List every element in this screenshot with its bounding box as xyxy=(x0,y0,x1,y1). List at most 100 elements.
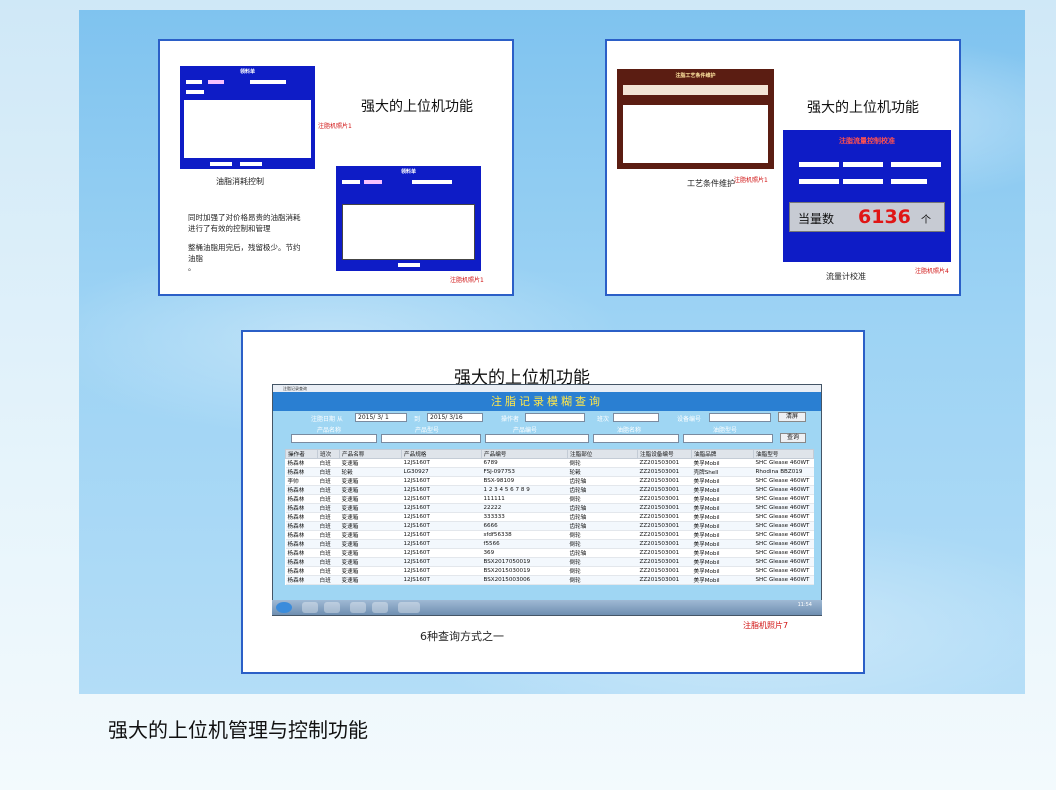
product-code-select[interactable] xyxy=(485,434,589,443)
table-cell: 杨森林 xyxy=(285,575,318,585)
table-cell: 齿轮轴 xyxy=(567,521,638,531)
column-header[interactable]: 产品规格 xyxy=(401,449,482,459)
table-row[interactable]: 杨森林 白班 轮毂 LG30927 FSJ-097753 轮毂 ZZ201503001 壳牌S… xyxy=(285,467,814,477)
to-label: 到 xyxy=(414,416,421,423)
mini-field xyxy=(398,263,420,267)
shift-select[interactable] xyxy=(613,413,659,422)
table-cell: ZZ201503001 xyxy=(637,539,692,549)
table-cell: ZZ201503001 xyxy=(637,503,692,513)
table-cell: 白班 xyxy=(317,575,340,585)
table-cell: SHC Glease 460WT xyxy=(753,548,814,558)
table-cell: SHC Glease 460WT xyxy=(753,503,814,513)
table-cell: 12JS160T xyxy=(401,494,482,504)
table-cell: 齿轮轴 xyxy=(567,548,638,558)
screenshot-pick-list: 领料单 xyxy=(180,66,315,169)
table-cell: SHC Glease 460WT xyxy=(753,485,814,495)
taskbar-app[interactable] xyxy=(302,602,318,613)
table-row[interactable]: 杨森林 白班 变速箱 12JS160T BSX2015003006 倒轮 ZZ2015030… xyxy=(285,575,814,585)
product-name-select[interactable] xyxy=(291,434,377,443)
table-cell: SHC Glease 460WT xyxy=(753,512,814,522)
table-row[interactable]: 杨森林 白班 变速箱 12JS160T 6789 倒轮 ZZ201503001 美孚Mobil… xyxy=(285,458,814,468)
table-cell: 变速箱 xyxy=(339,494,402,504)
table-cell: SHC Glease 460WT xyxy=(753,476,814,486)
column-header[interactable]: 注脂部位 xyxy=(567,449,638,459)
table-row[interactable]: 杨森林 白班 变速箱 12JS160T sfdf56338 倒轮 ZZ201503001 美孚… xyxy=(285,530,814,540)
grease-name-label: 油脂名称 xyxy=(617,427,642,434)
table-cell: 12JS160T xyxy=(401,503,482,513)
operator-select[interactable] xyxy=(525,413,585,422)
table-cell: 白班 xyxy=(317,548,340,558)
date-to-field[interactable]: 2015/ 3/16 xyxy=(427,413,483,422)
device-select[interactable] xyxy=(709,413,771,422)
table-cell: 12JS160T xyxy=(401,521,482,531)
counter-panel: 当量数 6136 个 xyxy=(789,202,945,232)
mini-field xyxy=(186,90,204,94)
taskbar-app[interactable] xyxy=(350,602,366,613)
table-cell: 333333 xyxy=(481,512,568,522)
table-cell: 齿轮轴 xyxy=(567,485,638,495)
table-cell: 变速箱 xyxy=(339,521,402,531)
product-code-label: 产品编号 xyxy=(513,427,538,434)
column-header[interactable]: 油脂型号 xyxy=(753,449,814,459)
table-cell: f5566 xyxy=(481,539,568,549)
table-cell: 美孚Mobil xyxy=(691,566,754,576)
table-cell: Rhodina BBZ019 xyxy=(753,467,814,477)
table-cell: SHC Glease 460WT xyxy=(753,458,814,468)
table-cell: ZZ201503001 xyxy=(637,566,692,576)
table-cell: SHC Glease 460WT xyxy=(753,530,814,540)
table-cell: sfdf56338 xyxy=(481,530,568,540)
table-cell: 白班 xyxy=(317,503,340,513)
column-header[interactable]: 注脂设备编号 xyxy=(637,449,692,459)
table-row[interactable]: 杨森林 白班 变速箱 12JS160T 1 2 3 4 5 6 7 8 9 齿轮轴 ZZ20… xyxy=(285,485,814,495)
mini-field xyxy=(250,80,286,84)
table-row[interactable]: 杨森林 白班 变速箱 12JS160T 22222 齿轮轴 ZZ201503001 美孚Mob… xyxy=(285,503,814,513)
table-row[interactable]: 杨森林 白班 变速箱 12JS160T BSX2017050019 倒轮 ZZ2015030… xyxy=(285,557,814,567)
paragraph-1: 同时加强了对价格昂贵的油脂消耗进行了有效的控制和管理 xyxy=(188,213,301,233)
start-button[interactable] xyxy=(276,602,292,613)
table-cell: BSX2015030019 xyxy=(481,566,568,576)
clear-button[interactable]: 清屏 xyxy=(778,412,806,422)
taskbar-app[interactable] xyxy=(372,602,388,613)
grease-model-select[interactable] xyxy=(683,434,773,443)
column-header[interactable]: 产品名称 xyxy=(339,449,402,459)
table-row[interactable]: 李帅 白班 变速箱 12JS160T BSX-98109 齿轮轴 ZZ201503001 美孚… xyxy=(285,476,814,486)
records-table: 操作者 班次 产品名称 产品规格 产品编号 注脂部位 注脂设备编号 油脂品牌 油脂型号 杨森林白… xyxy=(285,449,814,585)
card-grease-consumption: 领料单 强大的上位机功能 注脂机照片1 油脂消耗控制 同时加强了对价格昂贵的油脂… xyxy=(158,39,514,296)
table-row[interactable]: 杨森林 白班 变速箱 12JS160T 333333 齿轮轴 ZZ201503001 美孚Mo… xyxy=(285,512,814,522)
shot-title: 领料单 xyxy=(400,169,416,175)
table-cell: 美孚Mobil xyxy=(691,530,754,540)
table-cell: ZZ201503001 xyxy=(637,485,692,495)
table-cell: SHC Glease 460WT xyxy=(753,521,814,531)
table-cell: LG30927 xyxy=(401,467,482,477)
table-cell: SHC Glease 460WT xyxy=(753,539,814,549)
product-model-label: 产品型号 xyxy=(415,427,440,434)
table-row[interactable]: 杨森林 白班 变速箱 12JS160T BSX2015030019 倒轮 ZZ2015030… xyxy=(285,566,814,576)
column-header[interactable]: 操作者 xyxy=(285,449,318,459)
mini-field xyxy=(891,179,927,184)
grease-name-select[interactable] xyxy=(593,434,679,443)
table-cell: BSX2015003006 xyxy=(481,575,568,585)
taskbar-app[interactable] xyxy=(398,602,420,613)
column-header[interactable]: 油脂品牌 xyxy=(691,449,754,459)
table-cell: 变速箱 xyxy=(339,575,402,585)
table-cell: 李帅 xyxy=(285,476,318,486)
product-model-select[interactable] xyxy=(381,434,481,443)
table-cell: 杨森林 xyxy=(285,566,318,576)
table-row[interactable]: 杨森林 白班 变速箱 12JS160T 111111 倒轮 ZZ201503001 美孚Mob… xyxy=(285,494,814,504)
column-header[interactable]: 班次 xyxy=(317,449,340,459)
table-row[interactable]: 杨森林 白班 变速箱 12JS160T f5566 倒轮 ZZ201503001 美孚Mobi… xyxy=(285,539,814,549)
query-button[interactable]: 查询 xyxy=(780,433,806,443)
table-row[interactable]: 杨森林 白班 变速箱 12JS160T 6666 齿轮轴 ZZ201503001 美孚Mobi… xyxy=(285,521,814,531)
mini-field xyxy=(843,162,883,167)
column-header[interactable]: 产品编号 xyxy=(481,449,568,459)
mini-field xyxy=(186,80,202,84)
table-row[interactable]: 杨森林 白班 变速箱 12JS160T 369 齿轮轴 ZZ201503001 美孚Mobil… xyxy=(285,548,814,558)
shot-title: 领料单 xyxy=(239,69,255,75)
table-cell: 杨森林 xyxy=(285,458,318,468)
table-cell: ZZ201503001 xyxy=(637,575,692,585)
table-cell: 美孚Mobil xyxy=(691,521,754,531)
table-cell: ZZ201503001 xyxy=(637,494,692,504)
shot-title: 注脂工艺条件维护 xyxy=(675,73,716,79)
taskbar-app[interactable] xyxy=(324,602,340,613)
date-from-field[interactable]: 2015/ 3/ 1 xyxy=(355,413,407,422)
